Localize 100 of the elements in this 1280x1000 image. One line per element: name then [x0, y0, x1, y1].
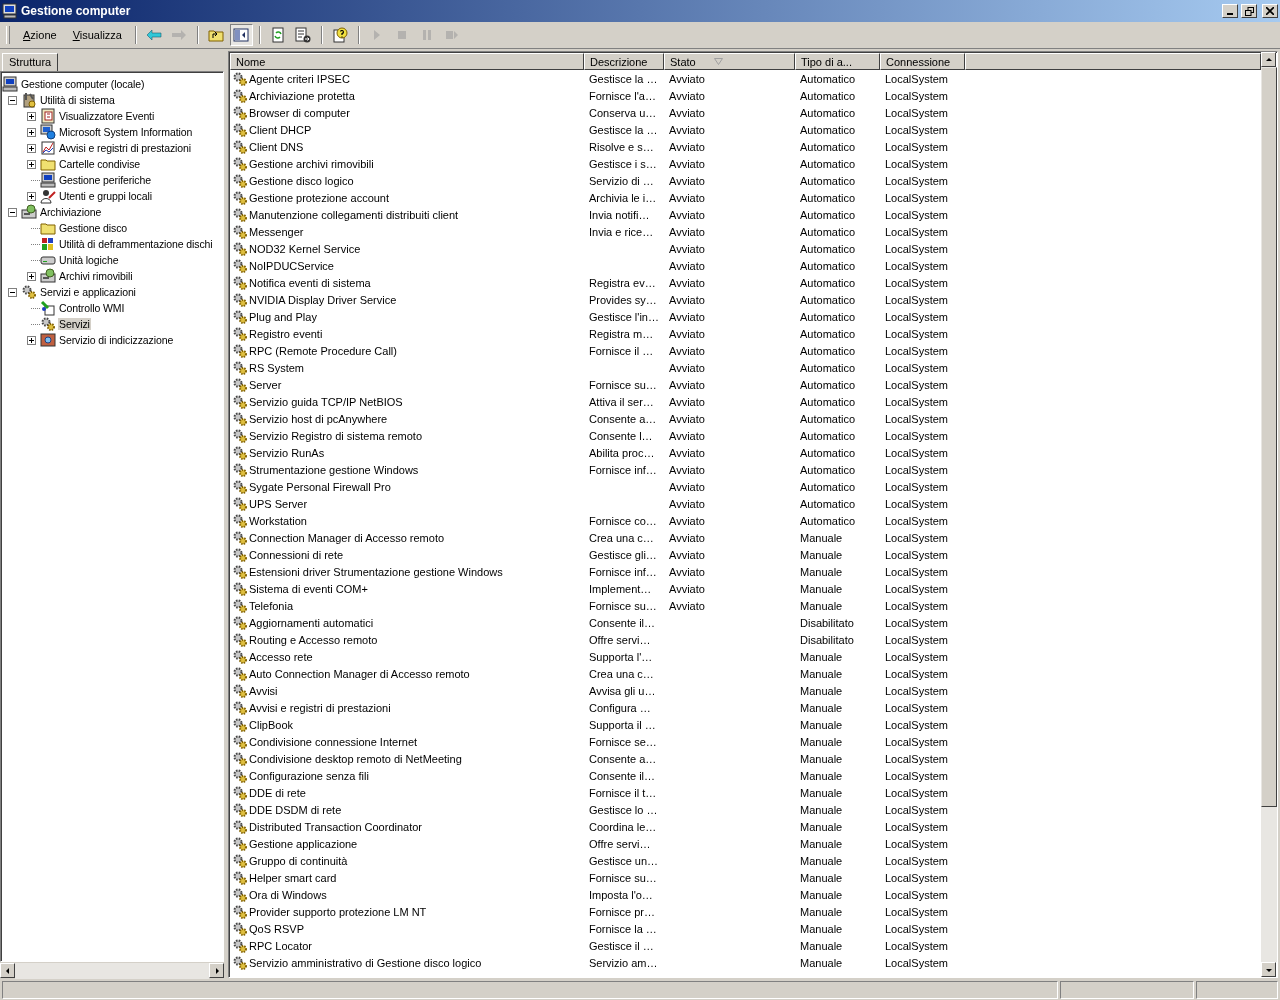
tree-item[interactable]: Visualizzatore Eventi: [58, 110, 156, 122]
service-name[interactable]: Client DHCP: [249, 123, 312, 136]
scroll-down-button[interactable]: [1261, 962, 1276, 977]
service-name[interactable]: Sistema di eventi COM+: [249, 582, 368, 595]
tree-item[interactable]: Utilità di deframmentazione dischi: [58, 238, 214, 250]
scroll-thumb[interactable]: [1261, 67, 1277, 807]
service-name[interactable]: Gestione applicazione: [249, 837, 358, 850]
service-name[interactable]: DDE DSDM di rete: [249, 803, 342, 816]
service-name[interactable]: Strumentazione gestione Windows: [249, 463, 419, 476]
service-name[interactable]: Servizio Registro di sistema remoto: [249, 429, 422, 442]
service-name[interactable]: Workstation: [249, 514, 307, 527]
service-name[interactable]: RS System: [249, 361, 304, 374]
service-name[interactable]: Plug and Play: [249, 310, 317, 323]
service-name[interactable]: DDE di rete: [249, 786, 306, 799]
service-name[interactable]: Telefonia: [249, 599, 294, 612]
service-name[interactable]: Aggiornamenti automatici: [249, 616, 374, 629]
minimize-button[interactable]: [1222, 4, 1238, 18]
tree-item[interactable]: Microsoft System Information: [58, 126, 194, 138]
expand-toggle-icon[interactable]: [26, 111, 36, 121]
service-name[interactable]: Connection Manager di Accesso remoto: [249, 531, 445, 544]
service-name[interactable]: RPC (Remote Procedure Call): [249, 344, 397, 357]
scroll-left-button[interactable]: [0, 963, 15, 978]
expand-toggle-icon[interactable]: [7, 207, 17, 217]
expand-toggle-icon[interactable]: [26, 143, 36, 153]
menu-item[interactable]: Azione: [16, 27, 64, 43]
column-header[interactable]: Tipo di a...: [795, 53, 880, 70]
tree-item[interactable]: Cartelle condivise: [58, 158, 142, 170]
startup-type: Automatico: [800, 378, 856, 391]
service-name[interactable]: Gestione disco logico: [249, 174, 354, 187]
show-tree-button[interactable]: [229, 24, 253, 46]
expand-toggle-icon[interactable]: [26, 191, 36, 201]
service-name[interactable]: Accesso rete: [249, 650, 313, 663]
scroll-right-button[interactable]: [209, 963, 224, 978]
tree-item[interactable]: Servizi e applicazioni: [39, 286, 137, 298]
service-name[interactable]: Auto Connection Manager di Accesso remoto: [249, 667, 470, 680]
tree-item[interactable]: Unità logiche: [58, 254, 120, 266]
service-name[interactable]: Helper smart card: [249, 871, 337, 884]
service-name[interactable]: Servizio amministrativo di Gestione disco logico: [249, 956, 482, 969]
tree-tab[interactable]: Struttura: [2, 53, 59, 71]
tree-item[interactable]: Servizi: [58, 318, 91, 330]
service-name[interactable]: NVIDIA Display Driver Service: [249, 293, 397, 306]
tree-item[interactable]: Archivi rimovibili: [58, 270, 134, 282]
service-name[interactable]: Estensioni driver Strumentazione gestione Windows: [249, 565, 503, 578]
close-button[interactable]: [1262, 4, 1278, 18]
tree-item[interactable]: Utilità di sistema: [39, 94, 116, 106]
service-name[interactable]: Configurazione senza fili: [249, 769, 369, 782]
service-name[interactable]: Ora di Windows: [249, 888, 327, 901]
tree-item[interactable]: Archiviazione: [39, 206, 103, 218]
service-name[interactable]: Distributed Transaction Coordinator: [249, 820, 423, 833]
service-name[interactable]: Messenger: [249, 225, 304, 238]
service-name[interactable]: NOD32 Kernel Service: [249, 242, 361, 255]
column-header[interactable]: Stato: [664, 53, 795, 70]
service-name[interactable]: ClipBook: [249, 718, 294, 731]
expand-toggle-icon[interactable]: [26, 127, 36, 137]
service-name[interactable]: Archiviazione protetta: [249, 89, 355, 102]
service-name[interactable]: Avvisi e registri di prestazioni: [249, 701, 391, 714]
service-name[interactable]: Registro eventi: [249, 327, 323, 340]
tree-item[interactable]: Gestione periferiche: [58, 174, 152, 186]
service-name[interactable]: Sygate Personal Firewall Pro: [249, 480, 391, 493]
service-name[interactable]: Browser di computer: [249, 106, 350, 119]
service-name[interactable]: NoIPDUCService: [249, 259, 334, 272]
service-name[interactable]: Server: [249, 378, 282, 391]
tree-item[interactable]: Utenti e gruppi locali: [58, 190, 153, 202]
service-name[interactable]: Notifica eventi di sistema: [249, 276, 371, 289]
expand-toggle-icon[interactable]: [7, 287, 17, 297]
column-header[interactable]: Descrizione: [584, 53, 664, 70]
service-name[interactable]: Connessioni di rete: [249, 548, 344, 561]
service-name[interactable]: Client DNS: [249, 140, 304, 153]
service-name[interactable]: Avvisi: [249, 684, 278, 697]
service-name[interactable]: Gruppo di continuità: [249, 854, 348, 867]
service-name[interactable]: Manutenzione collegamenti distribuiti client: [249, 208, 459, 221]
menu-item[interactable]: Visualizza: [65, 27, 129, 43]
service-name[interactable]: Condivisione connessione Internet: [249, 735, 418, 748]
tree-item[interactable]: Gestione computer (locale): [20, 78, 146, 90]
service-name[interactable]: Routing e Accesso remoto: [249, 633, 378, 646]
service-name[interactable]: RPC Locator: [249, 939, 312, 952]
expand-toggle-icon[interactable]: [26, 335, 36, 345]
service-name[interactable]: Gestione archivi rimovibili: [249, 157, 374, 170]
tree-item[interactable]: Controllo WMI: [58, 302, 126, 314]
column-header[interactable]: Nome: [230, 53, 584, 70]
service-name[interactable]: Provider supporto protezione LM NT: [249, 905, 427, 918]
service-name[interactable]: Servizio RunAs: [249, 446, 325, 459]
expand-toggle-icon[interactable]: [7, 95, 17, 105]
tree-item[interactable]: Avvisi e registri di prestazioni: [58, 142, 192, 154]
service-name[interactable]: QoS RSVP: [249, 922, 305, 935]
gears-icon: [232, 155, 248, 172]
tree-item[interactable]: Servizio di indicizzazione: [58, 334, 175, 346]
service-name[interactable]: Condivisione desktop remoto di NetMeeting: [249, 752, 462, 765]
service-name[interactable]: Servizio host di pcAnywhere: [249, 412, 388, 425]
service-name[interactable]: UPS Server: [249, 497, 308, 510]
expand-toggle-icon[interactable]: [26, 271, 36, 281]
service-status: Avviato: [669, 361, 705, 374]
service-name[interactable]: Gestione protezione account: [249, 191, 390, 204]
expand-toggle-icon[interactable]: [26, 159, 36, 169]
service-name[interactable]: Agente criteri IPSEC: [249, 72, 350, 85]
scroll-up-button[interactable]: [1261, 52, 1276, 67]
tree-item[interactable]: Gestione disco: [58, 222, 129, 234]
column-header[interactable]: Connessione: [880, 53, 965, 70]
restore-button[interactable]: [1241, 4, 1257, 18]
service-name[interactable]: Servizio guida TCP/IP NetBIOS: [249, 395, 403, 408]
